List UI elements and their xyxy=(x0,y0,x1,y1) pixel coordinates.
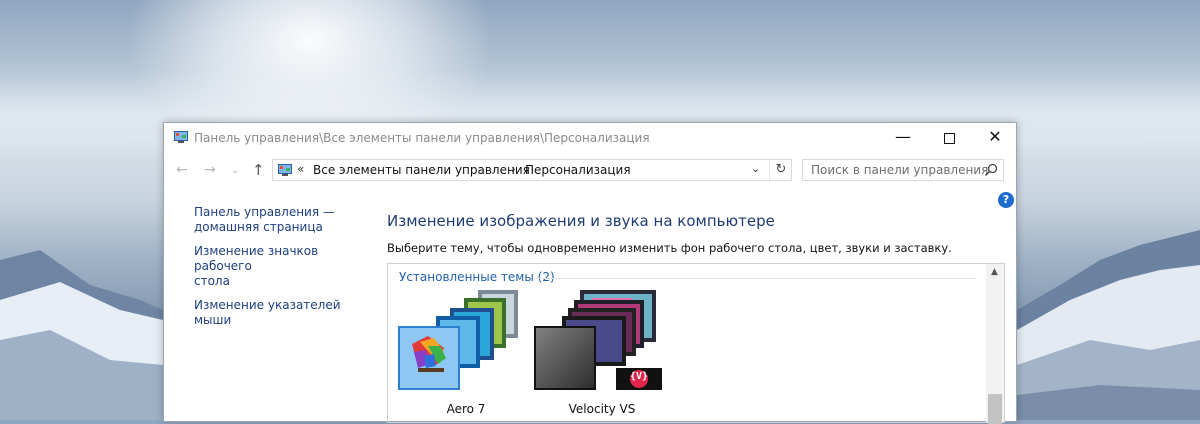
forward-button[interactable]: → xyxy=(204,162,216,178)
sidebar-link-mouse-pointers[interactable]: Изменение указателей мыши xyxy=(194,298,374,328)
sidebar: Панель управления — домашняя страница Из… xyxy=(194,205,374,337)
refresh-button[interactable]: ↻ xyxy=(769,160,792,180)
search-input[interactable]: Поиск в панели управления xyxy=(802,159,1004,181)
themes-scrollbar[interactable]: ▲ xyxy=(986,264,1004,424)
themes-list: Установленные темы (2) Aero 7 {V} Veloci… xyxy=(387,263,1005,424)
maximize-button[interactable] xyxy=(926,123,972,153)
up-button[interactable]: ↑ xyxy=(252,161,265,179)
page-heading: Изменение изображения и звука на компьют… xyxy=(387,212,775,230)
control-panel-icon xyxy=(278,164,292,176)
page-description: Выберите тему, чтобы одновременно измени… xyxy=(387,241,952,255)
theme-name-velocity-vs: Velocity VS xyxy=(568,402,636,416)
theme-item-aero7[interactable]: Aero 7 xyxy=(398,286,548,424)
minimize-button[interactable]: — xyxy=(880,123,926,153)
recent-locations-dropdown[interactable]: ⌄ xyxy=(231,165,239,176)
aero-palette-icon xyxy=(398,290,518,390)
sidebar-link-desktop-icons[interactable]: Изменение значков рабочего стола xyxy=(194,244,374,289)
installed-themes-group-title[interactable]: Установленные темы (2) xyxy=(399,270,555,284)
navigation-bar: ← → ⌄ ↑ « Все элементы панели управления… xyxy=(164,153,1016,189)
velocity-badge-label: {V} xyxy=(630,371,649,382)
search-placeholder: Поиск в панели управления xyxy=(811,163,989,177)
address-dropdown-button[interactable]: ⌄ xyxy=(751,162,760,175)
personalization-window: Панель управления\Все элементы панели уп… xyxy=(163,122,1017,424)
breadcrumb-all-items[interactable]: Все элементы панели управления xyxy=(313,163,530,177)
back-button[interactable]: ← xyxy=(176,162,188,178)
breadcrumb-separator[interactable]: › xyxy=(511,162,516,176)
velocity-v-icon xyxy=(534,290,662,390)
address-bar[interactable]: « Все элементы панели управления › Персо… xyxy=(272,159,792,181)
group-divider xyxy=(536,278,976,279)
help-button[interactable]: ? xyxy=(998,192,1014,208)
search-icon[interactable] xyxy=(983,162,999,178)
sidebar-link-control-panel-home[interactable]: Панель управления — домашняя страница xyxy=(194,205,374,235)
title-bar[interactable]: Панель управления\Все элементы панели уп… xyxy=(164,123,1016,153)
address-overflow-chevron[interactable]: « xyxy=(297,162,304,176)
close-button[interactable]: ✕ xyxy=(972,123,1018,153)
theme-name-aero7: Aero 7 xyxy=(446,402,486,416)
control-panel-icon xyxy=(174,131,188,143)
scroll-up-arrow-icon[interactable]: ▲ xyxy=(991,267,998,277)
breadcrumb-personalization[interactable]: Персонализация xyxy=(525,163,631,177)
maximize-icon xyxy=(943,133,955,144)
theme-item-velocity-vs[interactable]: {V} Velocity VS xyxy=(534,286,684,424)
window-title: Панель управления\Все элементы панели уп… xyxy=(194,131,650,145)
